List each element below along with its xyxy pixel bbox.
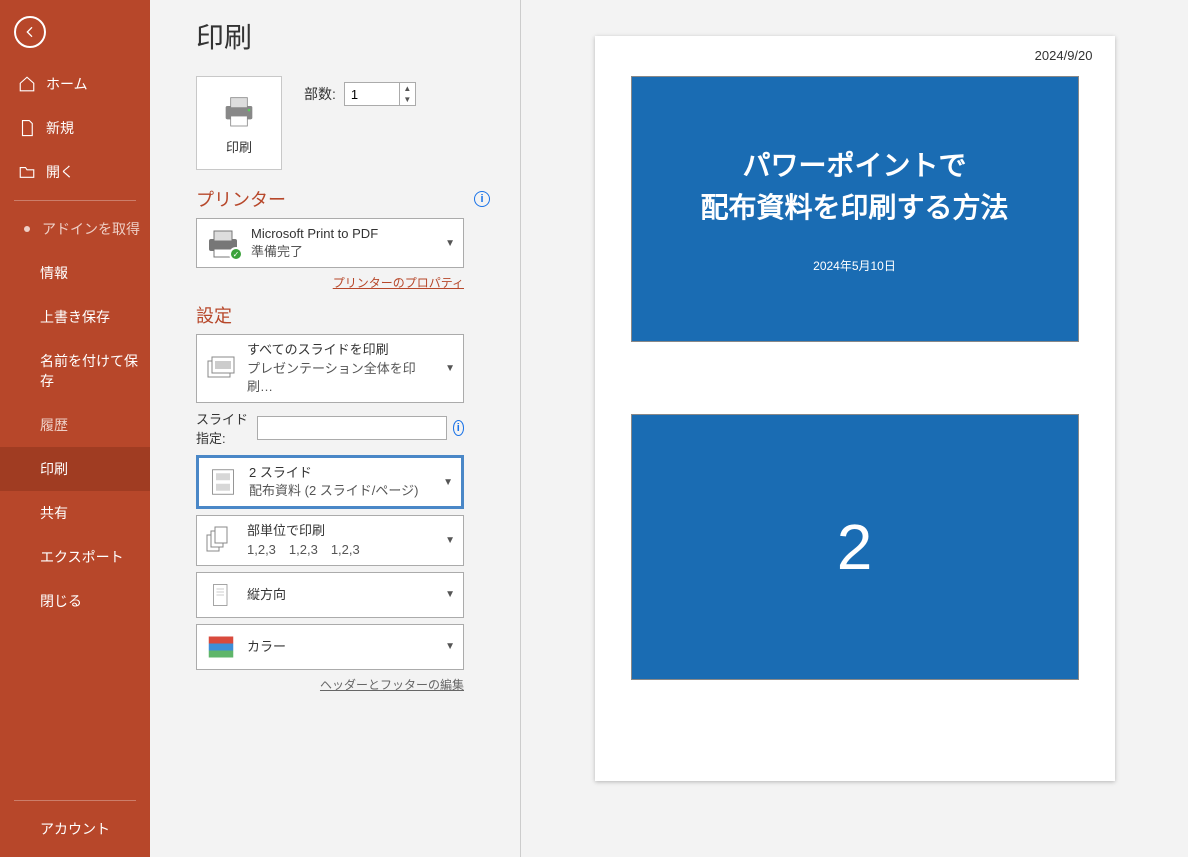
nav-save[interactable]: 上書き保存 xyxy=(0,295,150,339)
color-label: カラー xyxy=(247,638,435,656)
nav-getaddins[interactable]: アドインを取得 xyxy=(0,207,150,251)
chevron-down-icon: ▼ xyxy=(445,641,455,652)
slides-spec-input[interactable] xyxy=(257,416,447,440)
spinner-up[interactable]: ▲ xyxy=(400,83,415,94)
orientation-label: 縦方向 xyxy=(247,586,435,604)
copies-spinner[interactable]: ▲ ▼ xyxy=(344,82,416,106)
color-icon xyxy=(205,631,237,663)
preview-slide-2: 2 xyxy=(631,414,1079,680)
copies-control: 部数: ▲ ▼ xyxy=(304,82,416,106)
nav-label: ホーム xyxy=(46,74,88,94)
layout-dropdown[interactable]: 2 スライド 配布資料 (2 スライド/ページ) ▼ xyxy=(196,455,464,509)
color-dropdown[interactable]: カラー ▼ xyxy=(196,624,464,670)
slide2-number: 2 xyxy=(837,510,873,584)
nav-label: アドインを取得 xyxy=(42,219,140,239)
copies-input[interactable] xyxy=(345,83,399,105)
nav-new[interactable]: 新規 xyxy=(0,106,150,150)
nav-label: 上書き保存 xyxy=(40,307,110,327)
slide1-date: 2024年5月10日 xyxy=(813,257,896,274)
page-title: 印刷 xyxy=(196,16,490,56)
range-title: すべてのスライドを印刷 xyxy=(247,341,435,359)
nav-info[interactable]: 情報 xyxy=(0,251,150,295)
nav-export[interactable]: エクスポート xyxy=(0,535,150,579)
content-area: 印刷 印刷 部数: ▲ ▼ プリンター i xyxy=(150,0,1188,857)
nav-share[interactable]: 共有 xyxy=(0,491,150,535)
chevron-down-icon: ▼ xyxy=(443,477,453,488)
printer-heading: プリンター xyxy=(196,186,286,212)
header-footer-link[interactable]: ヘッダーとフッターの編集 xyxy=(320,678,464,692)
print-range-dropdown[interactable]: すべてのスライドを印刷 プレゼンテーション全体を印刷… ▼ xyxy=(196,334,464,403)
printer-name: Microsoft Print to PDF xyxy=(251,225,435,243)
settings-panel: 印刷 印刷 部数: ▲ ▼ プリンター i xyxy=(150,0,520,857)
nav-label: 共有 xyxy=(40,503,68,523)
nav-divider xyxy=(14,200,136,201)
info-icon[interactable]: i xyxy=(453,420,464,436)
printer-dropdown[interactable]: ✓ Microsoft Print to PDF 準備完了 ▼ xyxy=(196,218,464,268)
nav-label: 印刷 xyxy=(40,459,68,479)
nav-label: 情報 xyxy=(40,263,68,283)
collate-sub: 1,2,3 1,2,3 1,2,3 xyxy=(247,541,435,559)
printer-status-icon: ✓ xyxy=(205,227,241,259)
nav-label: アカウント xyxy=(40,819,110,839)
printer-icon xyxy=(219,91,259,131)
nav-open[interactable]: 開く xyxy=(0,150,150,194)
nav-label: 新規 xyxy=(46,118,74,138)
collate-title: 部単位で印刷 xyxy=(247,522,435,540)
nav-print[interactable]: 印刷 xyxy=(0,447,150,491)
print-button-label: 印刷 xyxy=(226,137,252,156)
chevron-down-icon: ▼ xyxy=(445,535,455,546)
print-button[interactable]: 印刷 xyxy=(196,76,282,170)
nav-label: 閉じる xyxy=(40,591,82,611)
slides-all-icon xyxy=(205,353,237,385)
nav-label: 開く xyxy=(46,162,74,182)
back-button[interactable] xyxy=(14,16,46,48)
nav-label: 名前を付けて保存 xyxy=(40,351,150,391)
printer-properties-link[interactable]: プリンターのプロパティ xyxy=(333,276,464,290)
open-icon xyxy=(18,163,36,181)
copies-label: 部数: xyxy=(304,84,336,104)
nav-label: エクスポート xyxy=(40,547,124,567)
slide1-line2: 配布資料を印刷する方法 xyxy=(700,192,1008,223)
settings-heading: 設定 xyxy=(196,302,232,328)
chevron-down-icon: ▼ xyxy=(445,238,455,249)
home-icon xyxy=(18,75,36,93)
preview-date: 2024/9/20 xyxy=(1035,48,1093,63)
info-icon[interactable]: i xyxy=(474,191,490,207)
dot-icon xyxy=(24,226,30,232)
chevron-down-icon: ▼ xyxy=(445,589,455,600)
slide1-line1: パワーポイントで xyxy=(742,150,966,181)
nav-account[interactable]: アカウント xyxy=(0,807,150,851)
nav-close[interactable]: 閉じる xyxy=(0,579,150,623)
nav-divider xyxy=(14,800,136,801)
layout-2-icon xyxy=(207,466,239,498)
portrait-icon xyxy=(205,579,237,611)
layout-sub: 配布資料 (2 スライド/ページ) xyxy=(249,482,433,500)
new-icon xyxy=(18,119,36,137)
preview-page: 2024/9/20 パワーポイントで 配布資料を印刷する方法 2024年5月10… xyxy=(595,36,1115,781)
preview-slide-1: パワーポイントで 配布資料を印刷する方法 2024年5月10日 xyxy=(631,76,1079,342)
spinner-down[interactable]: ▼ xyxy=(400,94,415,105)
chevron-down-icon: ▼ xyxy=(445,363,455,374)
nav-saveas[interactable]: 名前を付けて保存 xyxy=(0,339,150,403)
print-preview: 2024/9/20 パワーポイントで 配布資料を印刷する方法 2024年5月10… xyxy=(520,0,1188,857)
layout-title: 2 スライド xyxy=(249,464,433,482)
backstage-sidebar: ホーム 新規 開く アドインを取得 情報 上書き保存 名前を付けて保存 履歴 印… xyxy=(0,0,150,857)
slides-spec-label: スライド指定: xyxy=(196,409,251,447)
collate-icon xyxy=(205,525,237,557)
range-sub: プレゼンテーション全体を印刷… xyxy=(247,360,435,396)
collate-dropdown[interactable]: 部単位で印刷 1,2,3 1,2,3 1,2,3 ▼ xyxy=(196,515,464,565)
nav-home[interactable]: ホーム xyxy=(0,62,150,106)
orientation-dropdown[interactable]: 縦方向 ▼ xyxy=(196,572,464,618)
printer-status: 準備完了 xyxy=(251,243,435,261)
nav-label: 履歴 xyxy=(40,415,68,435)
nav-history[interactable]: 履歴 xyxy=(0,403,150,447)
